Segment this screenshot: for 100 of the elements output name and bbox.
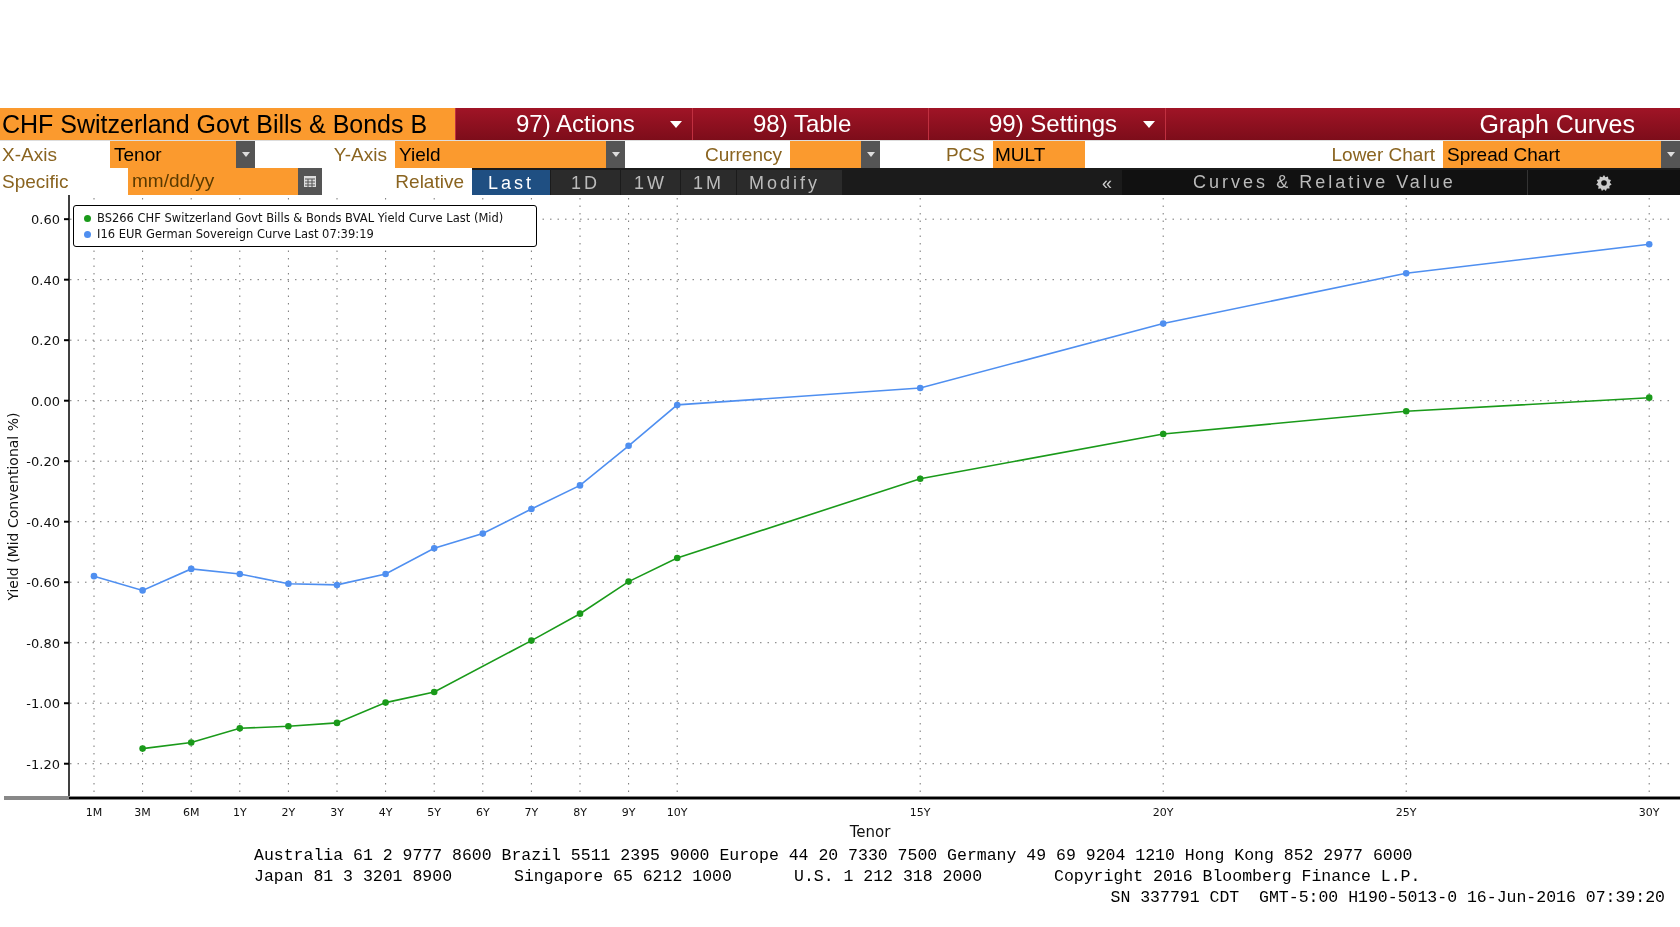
data-point [139, 587, 146, 594]
x-tick-label: 25Y [1395, 806, 1417, 819]
data-point [139, 745, 146, 752]
calendar-icon [304, 176, 316, 187]
x-tick-label: 2Y [281, 806, 296, 819]
data-point [673, 554, 681, 562]
data-point [916, 384, 924, 392]
field-label: Relative [394, 170, 465, 194]
data-point [236, 725, 244, 732]
y-tick-label: 0.00 [31, 393, 60, 409]
period-tab[interactable]: 1W [621, 170, 680, 195]
x-tick-label: 3Y [330, 806, 344, 819]
office-contact: U.S. 1 212 318 2000 [794, 866, 984, 887]
data-point [528, 637, 535, 644]
x-axis-title: Tenor [849, 823, 891, 841]
dropdown[interactable]: Yield [395, 141, 625, 168]
x-tick-label: 4Y [378, 806, 393, 819]
y-tick-label: 0.40 [31, 272, 60, 288]
y-tick-label: 0.20 [31, 333, 60, 349]
period-tab[interactable]: 1M [681, 170, 736, 195]
office-contact: Japan 81 3 3201 8900 [254, 866, 454, 887]
field-label: X-Axis [1, 143, 58, 167]
x-tick-label: 15Y [909, 806, 931, 819]
data-point [625, 578, 632, 585]
x-tick-label: 10Y [666, 806, 688, 819]
data-point [1645, 394, 1653, 401]
data-point [90, 572, 98, 580]
data-point [479, 530, 487, 537]
x-tick-label: 5Y [427, 806, 442, 819]
data-point [187, 565, 195, 573]
legend-label: I16 EUR German Sovereign Curve Last 07:39:19 [97, 226, 374, 242]
session-info: SN 337791 CDT GMT-5:00 H190-5013-0 16-Jun-2016 07:39:20 [1110, 887, 1665, 908]
x-tick-label: 20Y [1152, 806, 1174, 819]
settings-button[interactable] [1527, 170, 1680, 195]
caret-icon [866, 152, 875, 157]
menu-button[interactable]: 97) Actions [455, 108, 692, 140]
data-point [1402, 270, 1410, 277]
data-point [673, 401, 681, 409]
x-tick-label: 1M [85, 806, 103, 819]
data-point [576, 610, 584, 617]
y-tick-label: -0.60 [26, 575, 60, 591]
caret-icon [1666, 152, 1675, 157]
data-point [285, 580, 292, 587]
data-point [916, 475, 924, 483]
x-tick-label: 6M [182, 806, 200, 819]
dropdown[interactable]: Spread Chart [1443, 141, 1680, 168]
field-label: Lower Chart [1330, 143, 1436, 167]
panel-title: Curves & Relative Value [1122, 170, 1527, 195]
x-tick-label: 8Y [573, 806, 587, 819]
data-point [1402, 408, 1410, 415]
menu-button[interactable]: 99) Settings [928, 108, 1165, 140]
y-tick-label: 0.60 [31, 212, 60, 228]
caret-icon [241, 152, 250, 157]
screen-title: Graph Curves [1165, 108, 1680, 140]
modify-button[interactable]: Modify [737, 170, 842, 195]
caret-icon [611, 152, 620, 157]
data-point [333, 719, 341, 727]
data-point [187, 739, 195, 746]
x-tick-label: 7Y [524, 806, 539, 819]
contact-numbers: Australia 61 2 9777 8600 Brazil 5511 2395 9000 Europe 44 20 7330 7500 Germany 49 69 9204 1210 Hong Kong 852 2977 6000 [254, 845, 1414, 866]
y-axis-title: Yield (Mid Conventional %) [5, 412, 21, 601]
date-field[interactable]: mm/dd/yy [128, 168, 298, 195]
legend-label: BS266 CHF Switzerland Govt Bills & Bonds BVAL Yield Curve Last (Mid) [97, 210, 504, 226]
data-point [236, 570, 244, 578]
field-label: Currency [703, 143, 783, 167]
office-contact: Copyright 2016 Bloomberg Finance L.P. [1054, 866, 1421, 887]
data-point [382, 570, 389, 578]
dropdown[interactable]: Tenor [110, 141, 255, 168]
data-point [1645, 241, 1653, 248]
security-title: CHF Switzerland Govt Bills & Bonds B [0, 108, 455, 140]
data-point [1159, 430, 1167, 438]
data-point [528, 505, 535, 513]
y-tick-label: -0.20 [26, 454, 60, 470]
collapse-button[interactable]: « [1092, 170, 1122, 195]
y-tick-label: -0.40 [26, 514, 60, 530]
pcs-field[interactable]: MULT [993, 141, 1085, 168]
y-tick-label: -1.20 [26, 756, 60, 772]
data-point [333, 581, 341, 589]
data-point [576, 482, 584, 489]
field-label: PCS [944, 143, 986, 167]
x-tick-label: 6Y [475, 806, 490, 819]
dropdown[interactable] [790, 141, 880, 168]
x-tick-label: 3M [134, 806, 151, 819]
data-point [430, 545, 438, 552]
x-tick-label: 1Y [232, 806, 247, 819]
data-point [285, 722, 292, 730]
settings-icon [1596, 174, 1612, 191]
y-tick-label: -1.00 [26, 696, 60, 712]
menu-button[interactable]: 98) Table [692, 108, 928, 140]
period-tab[interactable]: 1D [551, 170, 620, 195]
data-point [382, 699, 389, 706]
field-label: Y-Axis [332, 143, 388, 167]
data-point [1159, 320, 1167, 327]
period-tab[interactable]: Last [472, 170, 550, 195]
calendar-button[interactable] [298, 168, 322, 195]
x-tick-label: 30Y [1638, 806, 1660, 819]
data-point [625, 442, 632, 450]
data-point [430, 688, 438, 696]
y-tick-label: -0.80 [26, 635, 60, 651]
office-contact: Singapore 65 6212 1000 [514, 866, 733, 887]
